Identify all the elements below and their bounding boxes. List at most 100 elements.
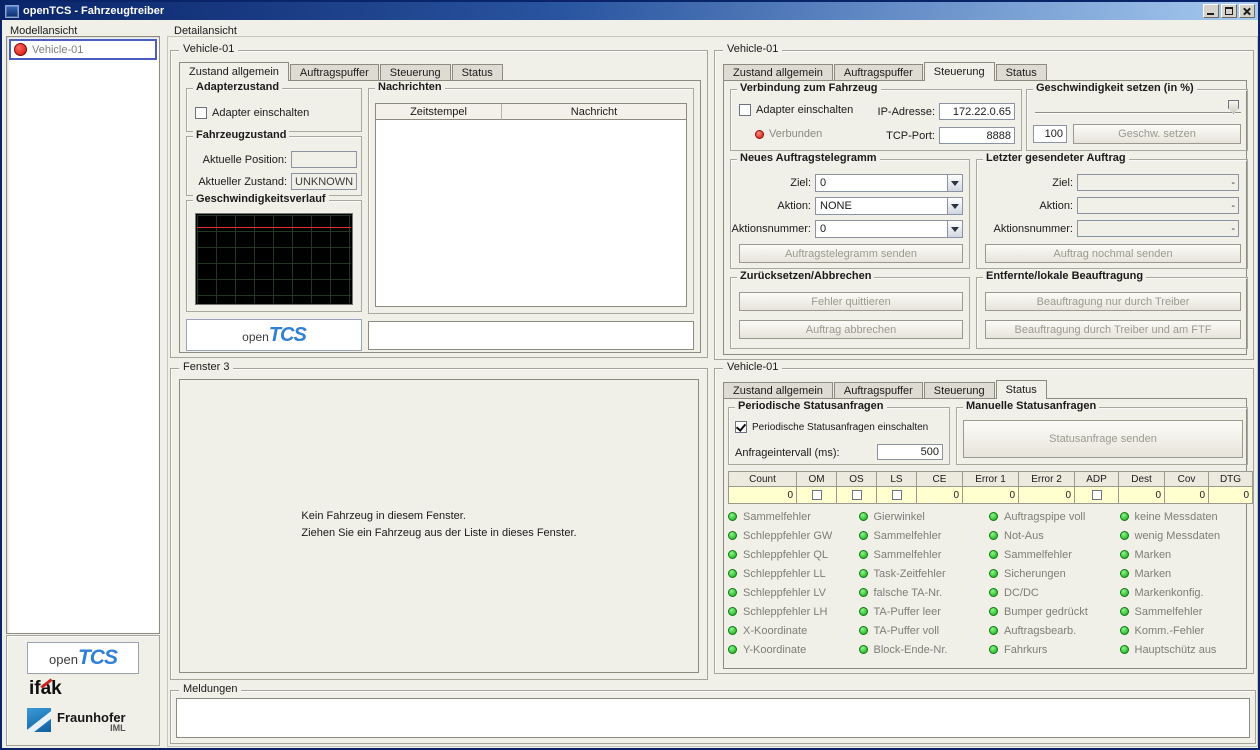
status-ok-icon (859, 607, 868, 616)
panel-control-title: Vehicle-01 (723, 43, 782, 55)
ls-cell[interactable] (877, 487, 917, 504)
status-ok-icon (859, 645, 868, 654)
dest-combo-button[interactable] (947, 175, 962, 191)
adapter-enable-row[interactable]: Adapter einschalten (739, 104, 853, 116)
status-table-header-row: Count OM OS LS CE Error 1 Error 2 ADP (729, 472, 1253, 487)
tab-auftragspuffer[interactable]: Auftragspuffer (834, 382, 923, 398)
status-ok-icon (989, 626, 998, 635)
interval-field[interactable]: 500 (877, 444, 943, 460)
tab-zustand-allgemein[interactable]: Zustand allgemein (179, 62, 289, 81)
adp-cell[interactable] (1075, 487, 1119, 504)
tab-auftragspuffer[interactable]: Auftragspuffer (834, 64, 923, 80)
minimize-icon (1207, 13, 1214, 15)
periodic-requests-group-title: Periodische Statusanfragen (735, 400, 887, 412)
acknowledge-errors-button[interactable]: Fehler quittieren (739, 292, 963, 311)
action-number-combo-button[interactable] (947, 221, 962, 237)
tab-status[interactable]: Status (996, 64, 1047, 80)
status-ok-icon (989, 569, 998, 578)
status-indicator-label: Fahrkurs (1004, 644, 1047, 656)
status-indicator-label: DC/DC (1004, 587, 1039, 599)
os-checkbox[interactable] (852, 490, 862, 500)
action-combo-button[interactable] (947, 198, 962, 214)
messages-log-area[interactable] (176, 698, 1250, 738)
ce-cell[interactable]: 0 (917, 487, 963, 504)
interval-value: 500 (921, 446, 939, 458)
adapter-enable-row[interactable]: Adapter einschalten (195, 107, 309, 119)
empty-window-message: Kein Fahrzeug in diesem Fenster. Ziehen … (180, 508, 698, 542)
message-detail-area[interactable] (368, 321, 694, 350)
connection-status-icon (755, 130, 764, 139)
send-status-request-button[interactable]: Statusanfrage senden (963, 420, 1243, 458)
ls-checkbox[interactable] (892, 490, 902, 500)
state-value: UNKNOWN (295, 176, 353, 188)
status-indicator-label: Sammelfehler (743, 511, 811, 523)
periodic-enable-row[interactable]: Periodische Statusanfragen einschalten (735, 421, 928, 433)
last-action-value: - (1231, 200, 1235, 212)
send-order-button[interactable]: Auftragstelegramm senden (739, 244, 963, 263)
remote-local-group: Entfernte/lokale Beauftragung Beauftragu… (976, 277, 1248, 349)
tab-zustand-allgemein[interactable]: Zustand allgemein (723, 64, 833, 80)
adapter-enable-checkbox[interactable] (739, 104, 751, 116)
count-cell[interactable]: 0 (729, 487, 797, 504)
ip-field[interactable]: 172.22.0.65 (939, 103, 1015, 120)
maximize-icon (1225, 7, 1233, 15)
connection-status-label: Verbunden (769, 128, 822, 140)
last-action-number-value: - (1231, 223, 1235, 235)
minimize-button[interactable] (1203, 4, 1219, 18)
driver-only-button[interactable]: Beauftragung nur durch Treiber (985, 292, 1241, 311)
reset-cancel-group-title: Zurücksetzen/Abbrechen (737, 270, 874, 282)
status-indicator: Schleppfehler GW (728, 526, 859, 545)
close-button[interactable] (1239, 4, 1255, 18)
adp-checkbox[interactable] (1092, 490, 1102, 500)
messages-table[interactable]: Zeitstempel Nachricht (375, 103, 687, 307)
dtg-cell[interactable]: 0 (1209, 487, 1253, 504)
tab-steuerung[interactable]: Steuerung (380, 64, 451, 80)
dest-combo[interactable]: 0 (815, 174, 963, 192)
status-indicator-label: Auftragspipe voll (1004, 511, 1085, 523)
cancel-order-button[interactable]: Auftrag abbrechen (739, 320, 963, 339)
periodic-enable-checkbox[interactable] (735, 421, 747, 433)
port-field[interactable]: 8888 (939, 127, 1015, 144)
status-indicator: Markenkonfig. (1120, 583, 1251, 602)
driver-and-ftf-button[interactable]: Beauftragung durch Treiber und am FTF (985, 320, 1241, 339)
status-indicator-label: falsche TA-Nr. (874, 587, 943, 599)
speed-slider[interactable] (1035, 100, 1241, 116)
messages-col-zeitstempel[interactable]: Zeitstempel (376, 104, 502, 120)
adapter-enable-checkbox[interactable] (195, 107, 207, 119)
speed-field[interactable]: 100 (1033, 125, 1067, 143)
error2-cell[interactable]: 0 (1019, 487, 1075, 504)
opentcs-logo-tcs: TCS (269, 324, 306, 347)
tab-zustand-allgemein[interactable]: Zustand allgemein (723, 382, 833, 398)
window3-drop-area[interactable]: Kein Fahrzeug in diesem Fenster. Ziehen … (179, 379, 699, 673)
chart-max-line (197, 227, 351, 228)
error1-cell[interactable]: 0 (963, 487, 1019, 504)
tab-status[interactable]: Status (452, 64, 503, 80)
tab-status[interactable]: Status (996, 380, 1047, 399)
status-ok-icon (989, 645, 998, 654)
control-tab-pane: Verbindung zum Fahrzeug Adapter einschal… (723, 80, 1247, 355)
om-checkbox[interactable] (812, 490, 822, 500)
messages-col-nachricht[interactable]: Nachricht (502, 104, 686, 120)
opentcs-logo: open TCS (27, 642, 139, 674)
title-bar[interactable]: openTCS - Fahrzeugtreiber (2, 2, 1258, 20)
set-speed-button[interactable]: Geschw. setzen (1073, 124, 1241, 144)
last-action-label: Aktion: (977, 200, 1073, 212)
om-cell[interactable] (797, 487, 837, 504)
maximize-button[interactable] (1221, 4, 1237, 18)
dest-cell[interactable]: 0 (1119, 487, 1165, 504)
tab-auftragspuffer[interactable]: Auftragspuffer (290, 64, 379, 80)
resend-order-button[interactable]: Auftrag nochmal senden (985, 244, 1241, 263)
tab-steuerung[interactable]: Steuerung (924, 62, 995, 81)
os-cell[interactable] (837, 487, 877, 504)
action-number-combo[interactable]: 0 (815, 220, 963, 238)
vehicle-list[interactable]: Vehicle-01 (6, 36, 160, 634)
status-ok-icon (728, 531, 737, 540)
status-indicator: keine Messdaten (1120, 507, 1251, 526)
cov-cell[interactable]: 0 (1165, 487, 1209, 504)
status-indicator: TA-Puffer voll (859, 621, 990, 640)
action-combo[interactable]: NONE (815, 197, 963, 215)
status-ok-icon (859, 569, 868, 578)
tab-steuerung[interactable]: Steuerung (924, 382, 995, 398)
vehicle-list-item[interactable]: Vehicle-01 (9, 39, 157, 60)
status-indicator: Schleppfehler LL (728, 564, 859, 583)
